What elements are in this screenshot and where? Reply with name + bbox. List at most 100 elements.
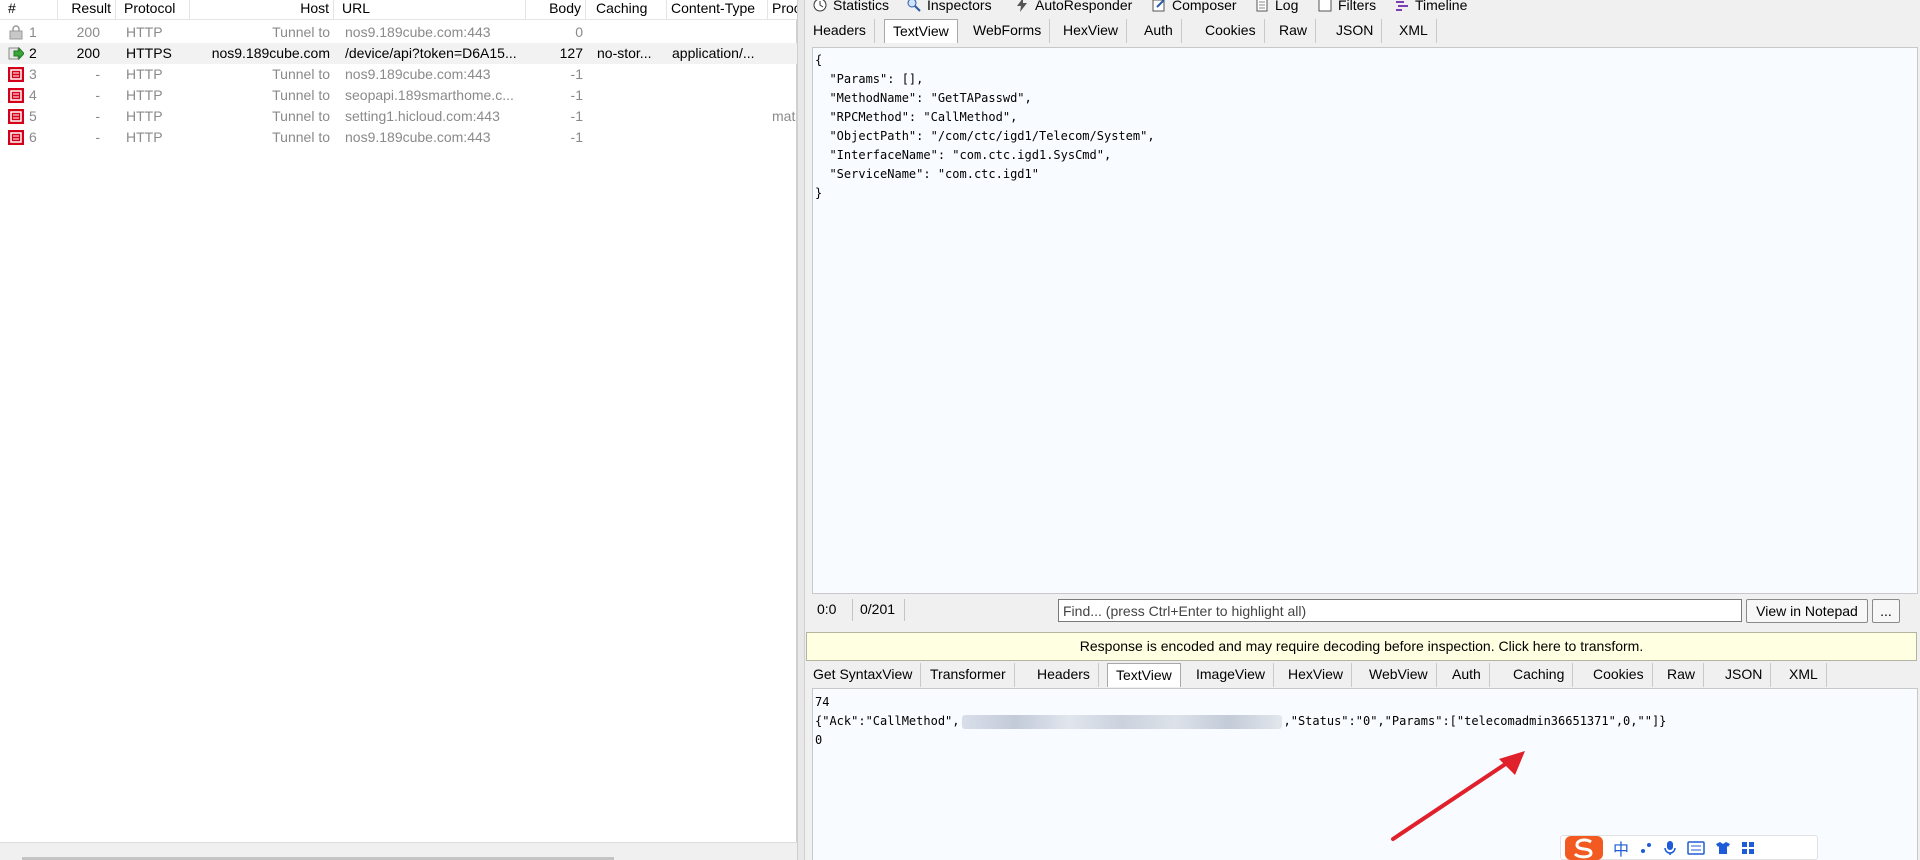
request-tabs: Headers TextView WebForms HexView Auth C… <box>805 17 1920 43</box>
session-row[interactable]: 4 - HTTP Tunnel to seopapi.189smarthome.… <box>0 85 797 106</box>
lightning-icon <box>1017 0 1027 12</box>
session-host: Tunnel to <box>272 66 330 82</box>
resp-tab-webview[interactable]: WebView <box>1361 663 1437 687</box>
session-result: 200 <box>76 45 100 61</box>
punctuation-icon[interactable] <box>1639 841 1653 855</box>
timeline-icon <box>1396 1 1408 11</box>
session-row[interactable]: 6 - HTTP Tunnel to nos9.189cube.com:443 … <box>0 127 797 148</box>
session-number: 3 <box>29 66 37 82</box>
tab-log-label: Log <box>1275 0 1299 13</box>
session-result: - <box>95 108 100 124</box>
tab-inspectors[interactable]: Inspectors <box>907 0 992 14</box>
session-host: nos9.189cube.com <box>211 45 330 61</box>
req-tab-cookies[interactable]: Cookies <box>1197 19 1265 43</box>
find-input[interactable] <box>1058 599 1742 622</box>
decode-banner[interactable]: Response is encoded and may require deco… <box>806 632 1917 661</box>
apps-icon[interactable] <box>1741 841 1755 855</box>
request-body-text: { "Params": [], "MethodName": "GetTAPass… <box>815 53 1155 200</box>
ime-toolbar: 中 <box>1560 835 1818 860</box>
resp-tab-cookies[interactable]: Cookies <box>1585 663 1653 687</box>
inspector-panel: Statistics Inspectors AutoResponder Comp… <box>805 0 1920 860</box>
horizontal-scrollbar[interactable] <box>0 842 797 860</box>
session-number: 2 <box>29 45 37 61</box>
req-tab-raw[interactable]: Raw <box>1271 19 1317 43</box>
sessions-panel: # Result Protocol Host URL Body Caching … <box>0 0 797 860</box>
req-tab-xml[interactable]: XML <box>1391 19 1437 43</box>
tab-filters-label: Filters <box>1338 0 1377 13</box>
session-result: - <box>95 129 100 145</box>
resp-tab-syntaxview[interactable]: Get SyntaxView <box>805 663 922 687</box>
session-caching: no-stor... <box>597 45 652 61</box>
resp-tab-headers[interactable]: Headers <box>1029 663 1099 687</box>
col-protocol[interactable]: Protocol <box>120 0 190 20</box>
clock-icon <box>813 0 827 12</box>
request-status-bar: 0:0 0/201 View in Notepad ... <box>812 597 1918 623</box>
response-json-prefix: {"Ack":"CallMethod", <box>815 714 960 728</box>
session-number: 4 <box>29 87 37 103</box>
col-content-type[interactable]: Content-Type <box>667 0 768 20</box>
req-tab-hexview[interactable]: HexView <box>1055 19 1127 43</box>
session-row[interactable]: 2 200 HTTPS nos9.189cube.com /device/api… <box>0 43 797 64</box>
session-host: Tunnel to <box>272 87 330 103</box>
col-result[interactable]: Result <box>58 0 116 20</box>
view-in-notepad-button[interactable]: View in Notepad <box>1746 599 1868 623</box>
inspect-icon <box>907 0 921 12</box>
resp-tab-json[interactable]: JSON <box>1717 663 1772 687</box>
req-tab-auth[interactable]: Auth <box>1136 19 1182 43</box>
error-icon <box>8 88 24 103</box>
chinese-mode-icon[interactable]: 中 <box>1613 836 1629 860</box>
col-host[interactable]: Host <box>190 0 334 20</box>
red-arrow-annotation <box>1391 751 1525 841</box>
session-number: 1 <box>29 24 37 40</box>
session-body: -1 <box>570 66 583 82</box>
resp-tab-textview[interactable]: TextView <box>1107 663 1181 687</box>
req-tab-headers[interactable]: Headers <box>805 19 875 43</box>
session-body: -1 <box>570 129 583 145</box>
col-caching[interactable]: Caching <box>592 0 667 20</box>
session-body: -1 <box>570 108 583 124</box>
resp-tab-hexview[interactable]: HexView <box>1280 663 1352 687</box>
session-row[interactable]: 5 - HTTP Tunnel to setting1.hicloud.com:… <box>0 106 797 127</box>
tab-log[interactable]: Log <box>1255 0 1298 14</box>
microphone-icon[interactable] <box>1663 840 1677 856</box>
resp-tab-caching[interactable]: Caching <box>1505 663 1574 687</box>
session-url: nos9.189cube.com:443 <box>345 66 491 82</box>
req-tab-textview[interactable]: TextView <box>884 19 958 43</box>
request-body-pane[interactable]: { "Params": [], "MethodName": "GetTAPass… <box>812 47 1918 594</box>
tab-timeline-label: Timeline <box>1415 0 1468 13</box>
error-icon <box>8 67 24 82</box>
session-protocol: HTTP <box>126 66 163 82</box>
resp-tab-raw[interactable]: Raw <box>1659 663 1705 687</box>
sogou-logo-icon[interactable] <box>1565 835 1603 860</box>
session-url: seopapi.189smarthome.c... <box>345 87 514 103</box>
panel-splitter[interactable] <box>797 0 805 860</box>
resp-tab-auth[interactable]: Auth <box>1444 663 1490 687</box>
redacted-blur <box>961 714 1282 729</box>
col-url[interactable]: URL <box>338 0 526 20</box>
more-button[interactable]: ... <box>1872 599 1900 623</box>
response-tabs: Get SyntaxView Transformer Headers TextV… <box>805 661 1920 687</box>
session-result: - <box>95 87 100 103</box>
tab-autoresponder[interactable]: AutoResponder <box>1015 0 1132 14</box>
req-tab-json[interactable]: JSON <box>1328 19 1383 43</box>
resp-tab-imageview[interactable]: ImageView <box>1188 663 1275 687</box>
resp-tab-transformer[interactable]: Transformer <box>922 663 1015 687</box>
skin-icon[interactable] <box>1715 841 1731 855</box>
session-row[interactable]: 3 - HTTP Tunnel to nos9.189cube.com:443 … <box>0 64 797 85</box>
col-body[interactable]: Body <box>526 0 586 20</box>
keyboard-icon[interactable] <box>1687 840 1705 855</box>
col-number[interactable]: # <box>0 0 58 20</box>
tab-statistics-label: Statistics <box>833 0 890 13</box>
tab-composer[interactable]: Composer <box>1152 0 1237 14</box>
tab-filters[interactable]: Filters <box>1318 0 1376 14</box>
req-tab-webforms[interactable]: WebForms <box>965 19 1051 43</box>
session-row[interactable]: 1 200 HTTP Tunnel to nos9.189cube.com:44… <box>0 22 797 43</box>
tab-timeline[interactable]: Timeline <box>1395 0 1467 14</box>
sessions-header: # Result Protocol Host URL Body Caching … <box>0 0 797 20</box>
error-icon <box>8 109 24 124</box>
col-process[interactable]: Proc <box>768 0 797 20</box>
resp-tab-xml[interactable]: XML <box>1781 663 1827 687</box>
tab-statistics[interactable]: Statistics <box>813 0 889 14</box>
session-host: Tunnel to <box>272 24 330 40</box>
session-body: 0 <box>575 24 583 40</box>
